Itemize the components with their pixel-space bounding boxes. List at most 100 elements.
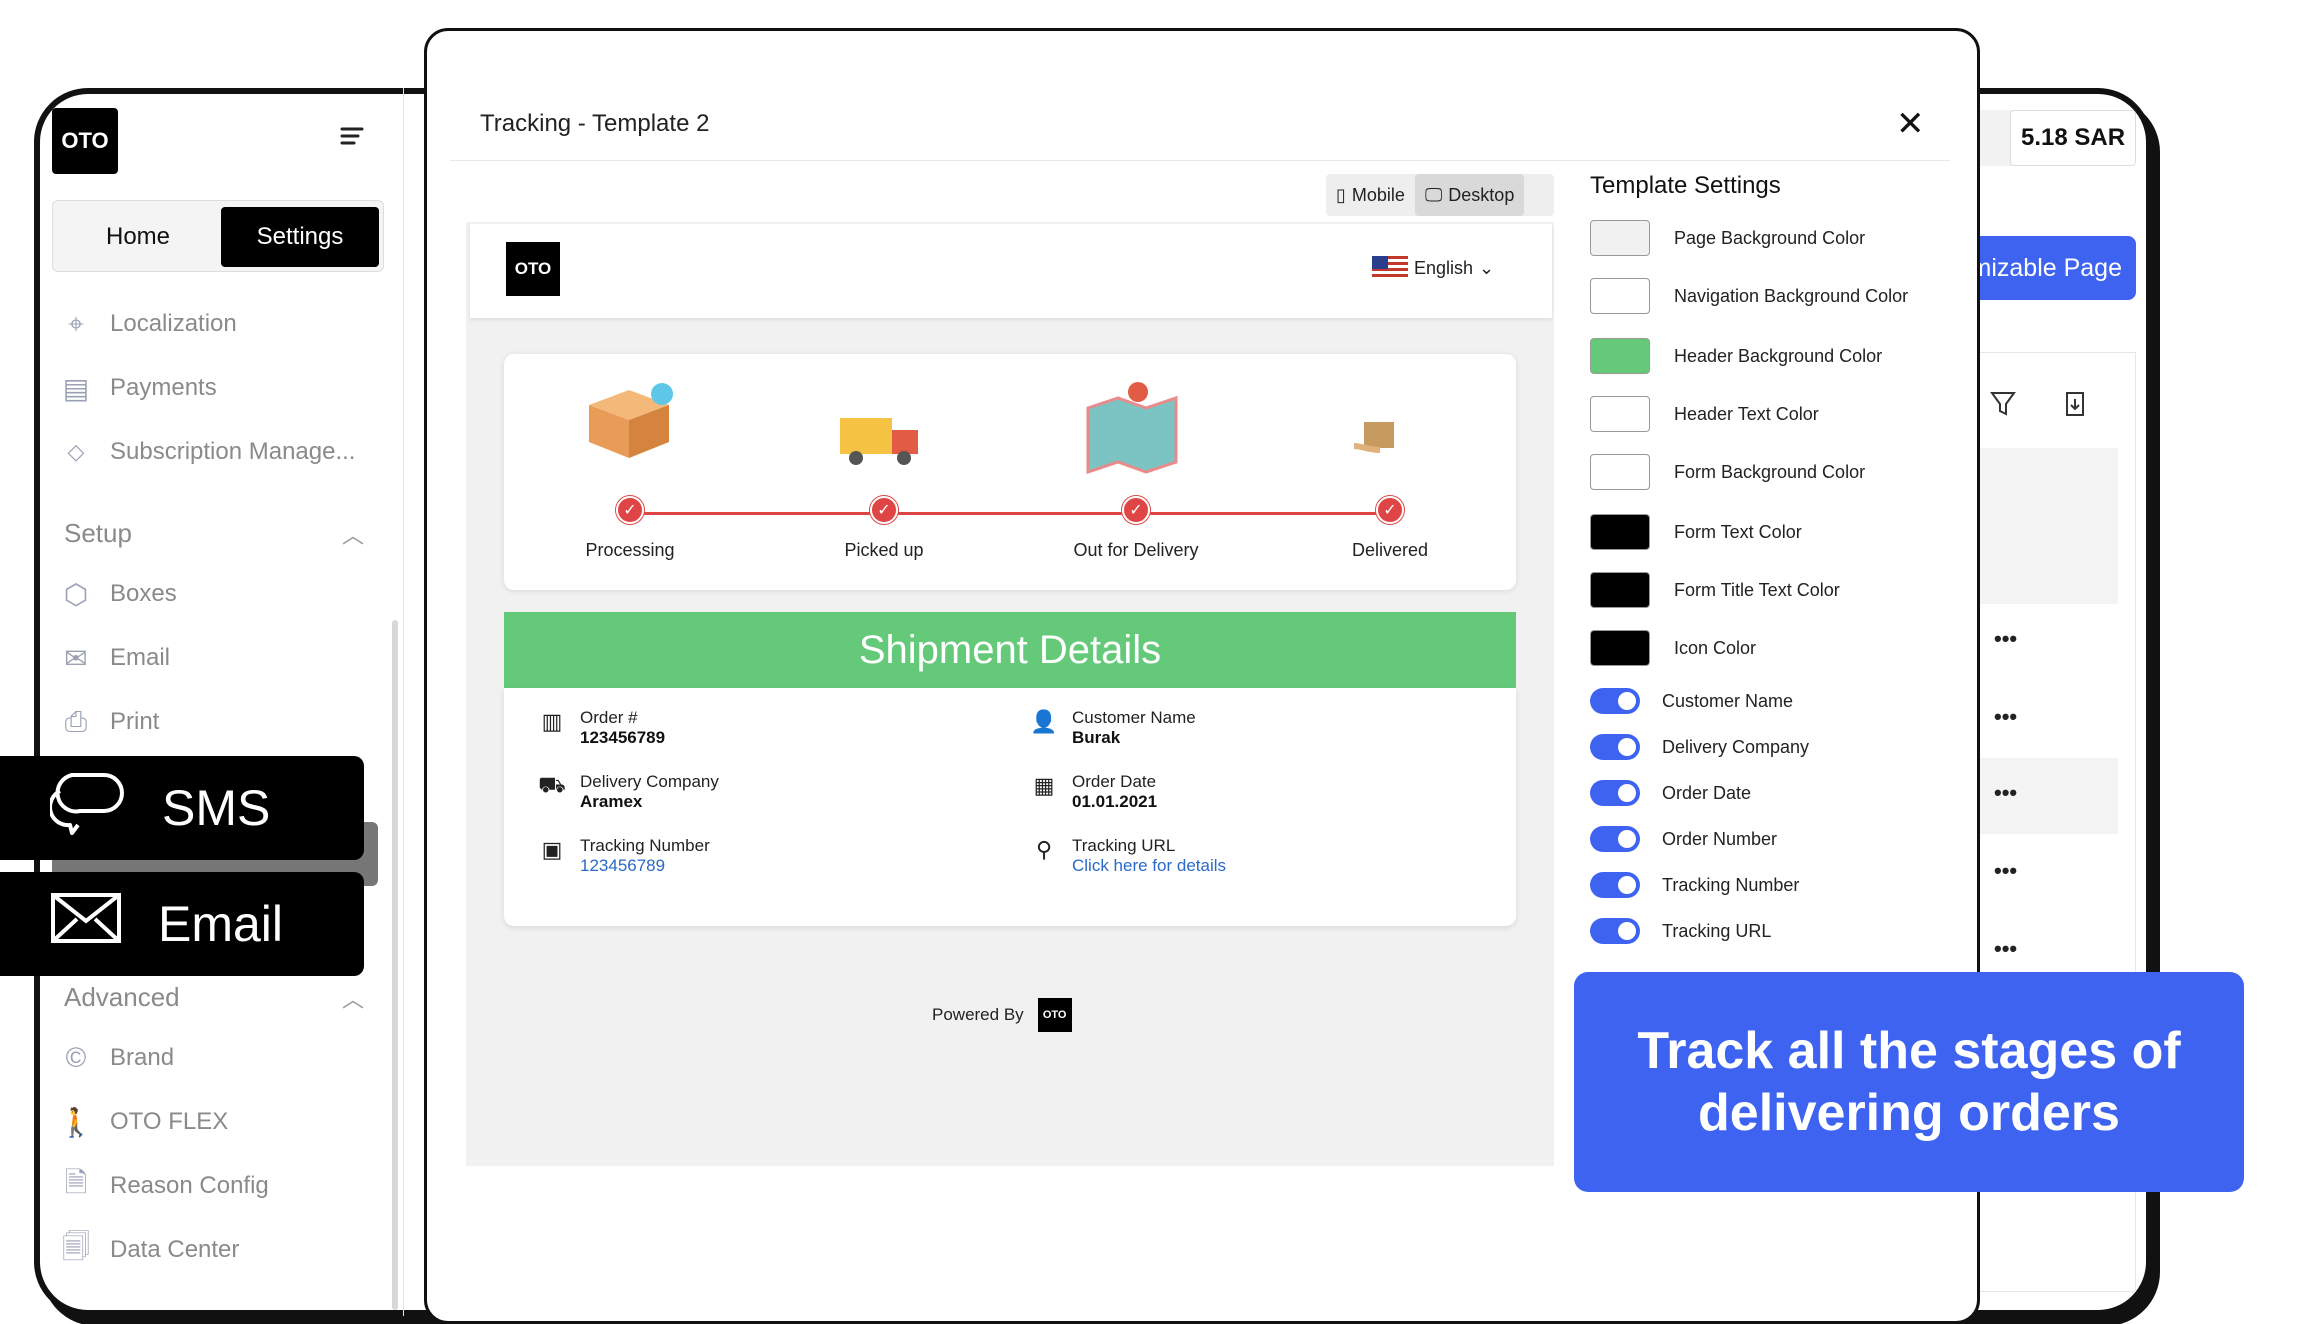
field-value: 01.01.2021 xyxy=(1072,792,1158,811)
color-setting-form-title-text: Form Title Text Color xyxy=(1590,572,1840,608)
sidebar-item-label: Payments xyxy=(110,374,217,401)
desktop-view-button[interactable]: 🖵 Desktop xyxy=(1414,174,1525,216)
table-row xyxy=(1970,448,2118,604)
color-setting-header-text: Header Text Color xyxy=(1590,396,1819,432)
toggle-switch[interactable] xyxy=(1590,826,1640,852)
toggle-switch[interactable] xyxy=(1590,872,1640,898)
chevron-down-icon: ⌄ xyxy=(1479,257,1495,278)
chevron-up-icon: ︿ xyxy=(341,987,364,1012)
check-icon: ✓ xyxy=(1376,496,1404,524)
sms-button[interactable]: SMS xyxy=(0,756,364,860)
toggle-tracking-url: Tracking URL xyxy=(1590,918,1771,944)
color-swatch[interactable] xyxy=(1590,630,1650,666)
sidebar-item-subscription[interactable]: ◇ Subscription Manage... xyxy=(58,430,356,474)
person-icon: 🚶 xyxy=(58,1106,94,1138)
section-label: Setup xyxy=(64,518,132,548)
color-swatch[interactable] xyxy=(1590,514,1650,550)
color-label: Form Title Text Color xyxy=(1674,579,1840,600)
stage-out-for-delivery: ✓ Out for Delivery xyxy=(1036,496,1236,561)
sidebar-item-localization[interactable]: ⌖ Localization xyxy=(58,302,237,346)
color-swatch[interactable] xyxy=(1590,338,1650,374)
color-label: Page Background Color xyxy=(1674,227,1866,248)
toggle-label: Tracking Number xyxy=(1662,874,1800,895)
barcode-icon: ▥ xyxy=(541,709,563,734)
promo-callout: Track all the stages of delivering order… xyxy=(1574,972,2244,1192)
preview-logo: OTO xyxy=(506,242,560,296)
stage-label: Picked up xyxy=(844,540,924,560)
field-label: Tracking URL xyxy=(1072,836,1176,855)
sidebar-item-reason-config[interactable]: 🗎 Reason Config xyxy=(58,1164,269,1208)
toggle-label: Customer Name xyxy=(1662,690,1794,711)
color-label: Form Background Color xyxy=(1674,461,1866,482)
data-center-icon: 🗐 xyxy=(62,1231,90,1262)
color-label: Header Text Color xyxy=(1674,403,1819,424)
toggle-label: Order Date xyxy=(1662,782,1752,803)
email-button[interactable]: Email xyxy=(0,872,364,976)
tracking-number-link[interactable]: 123456789 xyxy=(580,856,710,876)
field-label: Order # xyxy=(580,708,638,727)
color-swatch[interactable] xyxy=(1590,396,1650,432)
view-toggle: ▯ Mobile 🖵 Desktop xyxy=(1326,174,1554,216)
stage-delivered: ✓ Delivered xyxy=(1290,496,1490,561)
toggle-switch[interactable] xyxy=(1590,734,1640,760)
sidebar-item-payments[interactable]: ▤ Payments xyxy=(58,366,217,410)
tracking-url-link[interactable]: Click here for details xyxy=(1072,856,1226,876)
stage-label: Processing xyxy=(585,540,675,560)
divider xyxy=(450,160,1950,161)
modal-title: Tracking - Template 2 xyxy=(480,110,710,137)
color-setting-navigation-background: Navigation Background Color xyxy=(1590,278,1908,314)
chevron-up-icon: ︿ xyxy=(341,523,364,548)
sidebar-item-oto-flex[interactable]: 🚶 OTO FLEX xyxy=(58,1100,229,1144)
sidebar-item-boxes[interactable]: ⬡ Boxes xyxy=(58,572,177,616)
sidebar-item-label: Email xyxy=(110,644,171,671)
sidebar-item-data-center[interactable]: 🗐 Data Center xyxy=(58,1228,239,1272)
field-tracking-url: ⚲ Tracking URL Click here for details xyxy=(1030,836,1226,876)
mobile-view-button[interactable]: ▯ Mobile xyxy=(1326,174,1415,216)
more-icon[interactable]: ••• xyxy=(1994,704,2017,730)
section-advanced[interactable]: Advanced ︿ xyxy=(64,982,364,1013)
more-icon[interactable]: ••• xyxy=(1994,858,2017,884)
toggle-switch[interactable] xyxy=(1590,780,1640,806)
color-swatch[interactable] xyxy=(1590,454,1650,490)
sidebar-item-label: Subscription Manage... xyxy=(110,438,356,465)
desktop-label: Desktop xyxy=(1448,184,1515,205)
map-icon xyxy=(1080,378,1184,479)
field-value: Burak xyxy=(1072,728,1121,747)
tab-settings[interactable]: Settings xyxy=(221,207,379,267)
language-selector[interactable]: English ⌄ xyxy=(1372,256,1494,280)
sidebar-item-email[interactable]: ✉ Email xyxy=(58,636,170,680)
color-swatch[interactable] xyxy=(1590,220,1650,256)
app-logo: OTO xyxy=(52,108,118,174)
tab-home[interactable]: Home xyxy=(59,207,217,267)
section-label: Advanced xyxy=(64,982,180,1012)
color-setting-header-background: Header Background Color xyxy=(1590,338,1882,374)
sidebar-item-brand[interactable]: © Brand xyxy=(58,1036,174,1080)
chat-bubble-icon xyxy=(48,769,126,847)
field-tracking-number: ▣ Tracking Number 123456789 xyxy=(538,836,710,876)
toggle-order-number: Order Number xyxy=(1590,826,1777,852)
sidebar-scrollbar[interactable] xyxy=(392,620,398,1310)
color-label: Header Background Color xyxy=(1674,345,1883,366)
sidebar-item-label: Brand xyxy=(110,1044,175,1071)
more-icon[interactable]: ••• xyxy=(1994,626,2017,652)
sidebar-item-label: Data Center xyxy=(110,1236,240,1263)
field-order-number: ▥ Order # 123456789 xyxy=(538,708,666,748)
more-icon[interactable]: ••• xyxy=(1994,936,2017,962)
truck-icon: ⛟ xyxy=(538,771,566,797)
more-icon[interactable]: ••• xyxy=(1994,780,2017,806)
toggle-switch[interactable] xyxy=(1590,918,1640,944)
progress-line xyxy=(632,512,1392,515)
color-swatch[interactable] xyxy=(1590,572,1650,608)
customizable-page-button[interactable]: mizable Page xyxy=(1960,236,2136,300)
mobile-label: Mobile xyxy=(1351,184,1405,205)
menu-icon[interactable] xyxy=(338,122,366,150)
qr-code-icon: ▣ xyxy=(541,837,563,862)
section-setup[interactable]: Setup ︿ xyxy=(64,518,364,549)
toggle-switch[interactable] xyxy=(1590,688,1640,714)
delivered-package-icon xyxy=(1350,416,1402,465)
sidebar-item-print[interactable]: ⎙ Print xyxy=(58,700,160,744)
filter-icon[interactable] xyxy=(1990,390,2016,423)
color-swatch[interactable] xyxy=(1590,278,1650,314)
close-icon[interactable]: ✕ xyxy=(1896,104,1925,144)
export-icon[interactable] xyxy=(2064,390,2086,423)
